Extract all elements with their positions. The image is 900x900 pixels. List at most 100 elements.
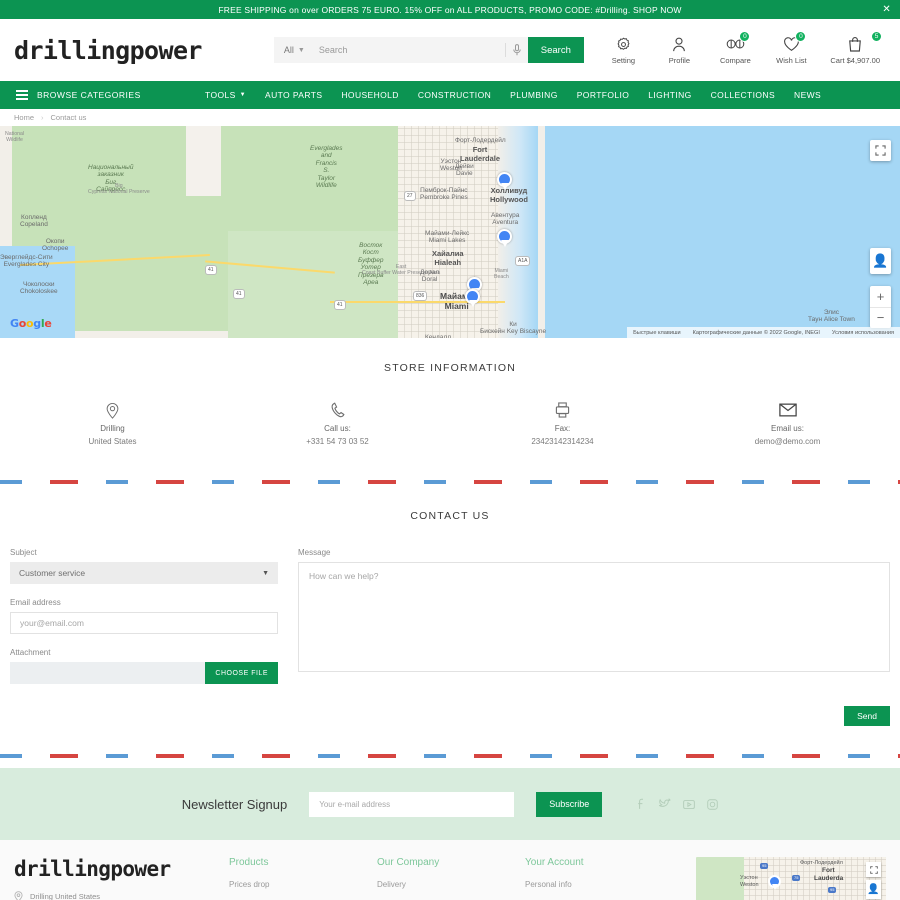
envelope-icon: [778, 400, 797, 420]
email-field[interactable]: [10, 612, 278, 634]
footer-column-our-company: Our Company Delivery Legal Notice: [377, 857, 525, 900]
contact-form-left-column: Subject Customer service ▼ Email address…: [10, 548, 278, 684]
zoom-in-button[interactable]: +: [870, 286, 891, 308]
phone-icon: [331, 400, 345, 420]
chevron-down-icon: ▼: [262, 569, 269, 577]
browse-categories-button[interactable]: BROWSE CATEGORIES: [0, 81, 205, 109]
footer-map-shield: 95: [828, 887, 837, 893]
header-tool-setting[interactable]: Setting: [606, 35, 640, 65]
store-info-line1: Email us:: [771, 424, 804, 433]
header-tools: Setting Profile 0 Compare 0 Wish List 5 …: [606, 31, 886, 65]
facebook-icon[interactable]: [636, 798, 647, 810]
store-info-line2: United States: [88, 437, 137, 446]
footer-link[interactable]: Delivery: [377, 880, 525, 889]
newsletter-email-input[interactable]: [309, 791, 515, 817]
nav-item-tools[interactable]: TOOLS ▼: [205, 90, 246, 100]
nav-item-collections[interactable]: COLLECTIONS: [711, 90, 775, 100]
nav-items: TOOLS ▼ AUTO PARTS HOUSEHOLD CONSTRUCTIO…: [205, 90, 821, 100]
store-information-section: STORE INFORMATION Drilling United States…: [0, 338, 900, 464]
email-label: Email address: [10, 598, 61, 607]
contact-form-title: CONTACT US: [410, 510, 490, 522]
search-button[interactable]: Search: [527, 37, 584, 63]
footer-link[interactable]: Personal info: [525, 880, 673, 889]
footer-map-shield: 75: [792, 875, 801, 881]
search-input[interactable]: [312, 45, 505, 55]
send-button[interactable]: Send: [844, 706, 890, 726]
instagram-icon[interactable]: [707, 798, 718, 810]
map-urban-grid: [398, 126, 510, 338]
cart-icon: [848, 35, 862, 53]
breadcrumb-home[interactable]: Home: [14, 113, 34, 122]
map-terms-link[interactable]: Условия использования: [832, 330, 894, 336]
footer-map-place-label: Уэстон: [740, 875, 758, 881]
map-keyboard-shortcuts-link[interactable]: Быстрые клавиши: [633, 330, 680, 336]
twitter-icon[interactable]: [659, 798, 672, 810]
attachment-filename-field[interactable]: [10, 662, 206, 684]
map-zoom-controls[interactable]: + −: [870, 286, 891, 328]
store-information-title: STORE INFORMATION: [383, 362, 516, 374]
social-links: [636, 798, 718, 810]
store-location-map[interactable]: Национальный заказник Биг Сайпресс Big Cypres…: [0, 126, 900, 338]
store-info-address: Drilling United States: [0, 400, 225, 446]
footer-logo[interactable]: drillingpower: [14, 857, 229, 881]
site-logo[interactable]: drillingpower: [14, 36, 202, 65]
map-location-pin[interactable]: [465, 289, 480, 307]
nav-item-portfolio[interactable]: PORTFOLIO: [577, 90, 630, 100]
map-attribution: Быстрые клавиши Картографические данные …: [627, 327, 900, 338]
header-tool-compare[interactable]: 0 Compare: [718, 31, 752, 65]
footer-column-heading: Products: [229, 857, 269, 868]
header-tool-wishlist[interactable]: 0 Wish List: [774, 31, 808, 65]
store-info-line2: 23423142314234: [531, 437, 594, 446]
subject-select[interactable]: Customer service ▼: [10, 562, 278, 584]
pegman-icon[interactable]: 👤: [866, 880, 881, 899]
youtube-icon[interactable]: [683, 798, 696, 810]
gear-icon: [616, 35, 631, 53]
header-tool-cart[interactable]: 5 Cart $4,907.00: [830, 31, 882, 65]
footer-map-pin: [768, 875, 781, 890]
browse-categories-label: BROWSE CATEGORIES: [37, 90, 141, 100]
nav-item-label: TOOLS: [205, 90, 236, 100]
fullscreen-icon[interactable]: [870, 140, 891, 161]
cart-count-badge: 5: [871, 31, 882, 42]
footer-map[interactable]: Форт-ЛодердейлFortLauderdaУэстонWestonПе…: [696, 857, 886, 900]
choose-file-button[interactable]: CHOOSE FILE: [205, 662, 278, 684]
chevron-down-icon: ▼: [239, 92, 247, 98]
contact-form: Subject Customer service ▼ Email address…: [0, 548, 900, 684]
store-info-line1: Drilling: [100, 424, 125, 433]
message-textarea[interactable]: [298, 562, 890, 672]
map-route-shield: 41: [233, 289, 245, 299]
map-location-pin[interactable]: [497, 229, 512, 247]
google-logo: Google: [10, 317, 52, 330]
main-navigation: BROWSE CATEGORIES TOOLS ▼ AUTO PARTS HOU…: [0, 81, 900, 109]
message-label: Message: [298, 548, 331, 557]
header-tool-profile[interactable]: Profile: [662, 35, 696, 65]
fax-icon: [555, 400, 570, 420]
footer-link[interactable]: Prices drop: [229, 880, 377, 889]
map-route-shield: A1A: [515, 256, 531, 266]
nav-item-news[interactable]: NEWS: [794, 90, 821, 100]
breadcrumb-separator: ›: [41, 113, 44, 122]
subject-label: Subject: [10, 548, 37, 557]
microphone-icon[interactable]: [506, 44, 528, 56]
nav-item-plumbing[interactable]: PLUMBING: [510, 90, 558, 100]
nav-item-auto-parts[interactable]: AUTO PARTS: [265, 90, 322, 100]
footer-column-your-account: Your Account Personal info Orders: [525, 857, 673, 900]
wishlist-count-badge: 0: [795, 31, 807, 42]
pegman-icon[interactable]: 👤: [870, 248, 891, 274]
close-icon[interactable]: ✕: [882, 4, 891, 15]
nav-item-lighting[interactable]: LIGHTING: [648, 90, 691, 100]
nav-item-construction[interactable]: CONSTRUCTION: [418, 90, 491, 100]
zoom-out-button[interactable]: −: [870, 308, 891, 329]
header-tool-label: Compare: [719, 56, 751, 65]
search-category-label: All: [283, 45, 294, 55]
subscribe-button[interactable]: Subscribe: [536, 791, 603, 817]
hamburger-icon: [16, 90, 28, 100]
footer-map-place-label: Weston: [740, 882, 759, 888]
fullscreen-icon[interactable]: [866, 862, 881, 877]
map-location-pin[interactable]: [497, 172, 512, 190]
store-info-fax: Fax: 23423142314234: [450, 400, 675, 446]
search-category-dropdown[interactable]: All ▼: [274, 45, 313, 55]
promo-text: FREE SHIPPING on over ORDERS 75 EURO. 15…: [218, 4, 682, 15]
nav-item-household[interactable]: HOUSEHOLD: [341, 90, 398, 100]
location-pin-icon: [14, 891, 23, 900]
